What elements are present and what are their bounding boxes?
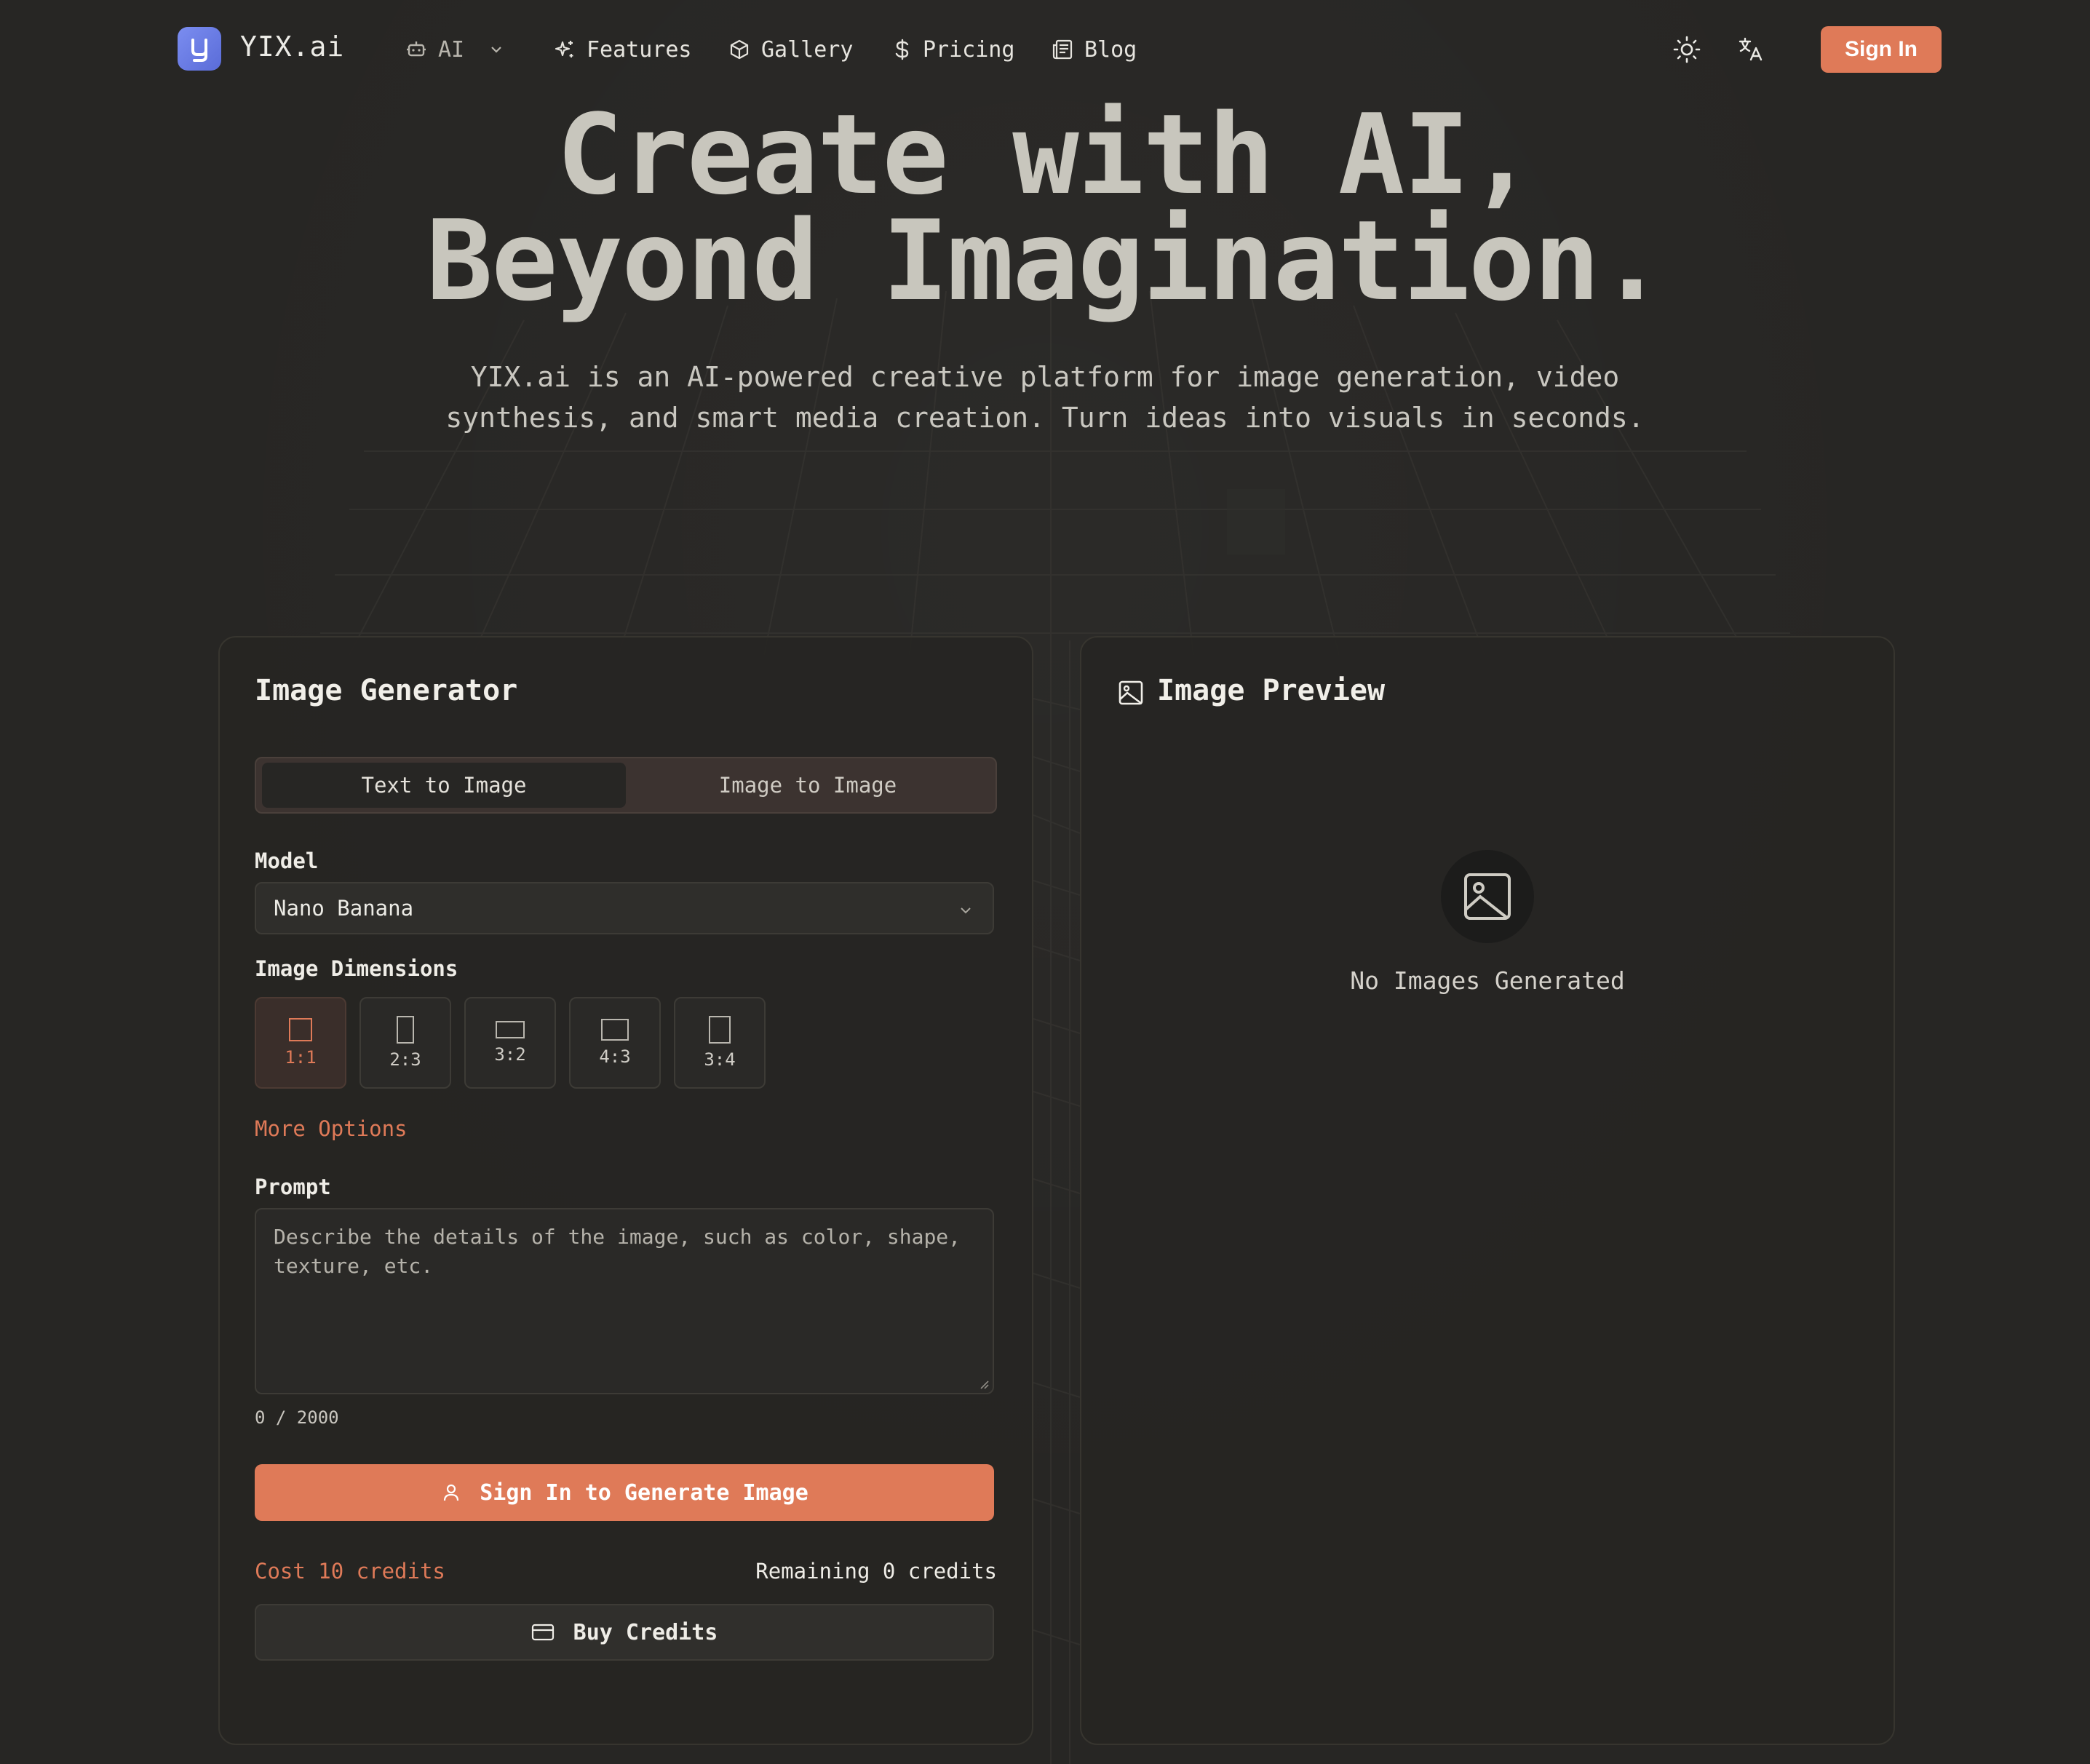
sun-icon <box>1673 36 1701 63</box>
hero-title: Create with AI, Beyond Imagination. <box>0 90 2090 325</box>
logo-icon[interactable] <box>178 27 221 71</box>
hero-title-line2: Beyond Imagination. <box>426 196 1666 325</box>
resize-handle-icon[interactable] <box>978 1378 990 1390</box>
nav-ai-label: AI <box>438 36 465 63</box>
model-label: Model <box>255 849 319 873</box>
chevron-down-icon <box>961 907 971 914</box>
nav-features-label: Features <box>587 36 692 63</box>
nav-pricing-label: Pricing <box>923 36 1015 63</box>
language-button[interactable] <box>1733 32 1768 67</box>
brand-name[interactable]: YIX.ai <box>240 31 344 63</box>
model-select[interactable]: Nano Banana <box>255 882 994 934</box>
nav-gallery-label: Gallery <box>761 36 854 63</box>
nav-blog-label: Blog <box>1084 36 1137 63</box>
landscape-icon <box>601 1019 629 1041</box>
buy-credits-label: Buy Credits <box>573 1619 718 1645</box>
empty-state-icon-container <box>1441 850 1534 943</box>
generate-button-label: Sign In to Generate Image <box>480 1479 808 1506</box>
cost-credits: Cost 10 credits <box>255 1559 445 1584</box>
chevron-down-icon <box>491 47 501 53</box>
dimension-option-4-3[interactable]: 4:3 <box>569 997 661 1089</box>
remaining-credits: Remaining 0 credits <box>755 1559 997 1584</box>
hero-subtitle: YIX.ai is an AI-powered creative platfor… <box>437 357 1653 438</box>
hero-title-line1: Create with AI, <box>556 90 1535 219</box>
more-options-link[interactable]: More Options <box>255 1116 408 1141</box>
cube-icon <box>730 39 749 60</box>
nav-features[interactable]: Features <box>553 33 692 66</box>
generator-title: Image Generator <box>255 674 518 707</box>
dimension-option-3-4[interactable]: 3:4 <box>674 997 766 1089</box>
prompt-textarea[interactable]: Describe the details of the image, such … <box>255 1208 994 1394</box>
prompt-char-counter: 0 / 2000 <box>255 1407 339 1428</box>
dimension-option-3-2[interactable]: 3:2 <box>464 997 556 1089</box>
dollar-icon <box>895 39 909 60</box>
preview-title: Image Preview <box>1157 674 1386 707</box>
image-generator-card: Image Generator Text to Image Image to I… <box>218 636 1033 1745</box>
dimension-option-1-1[interactable]: 1:1 <box>255 997 346 1089</box>
hero-subtitle-line2: synthesis, and smart media creation. Tur… <box>445 402 1645 434</box>
dimensions-label: Image Dimensions <box>255 956 458 981</box>
newspaper-icon <box>1052 39 1073 60</box>
generate-image-button[interactable]: Sign In to Generate Image <box>255 1464 994 1521</box>
nav-ai-dropdown[interactable]: AI <box>405 33 505 66</box>
nav-blog[interactable]: Blog <box>1051 33 1137 66</box>
user-icon <box>444 1484 459 1501</box>
prompt-label: Prompt <box>255 1175 331 1199</box>
mode-tabs: Text to Image Image to Image <box>255 757 997 814</box>
model-value: Nano Banana <box>274 896 414 921</box>
buy-credits-button[interactable]: Buy Credits <box>255 1604 994 1661</box>
logo-y-glyph <box>191 39 207 62</box>
portrait-icon <box>397 1016 414 1044</box>
credit-card-icon <box>531 1624 554 1641</box>
hero-subtitle-line1: YIX.ai is an AI-powered creative platfor… <box>470 361 1620 393</box>
portrait-icon <box>709 1016 731 1044</box>
prompt-placeholder: Describe the details of the image, such … <box>274 1225 961 1278</box>
empty-state-text: No Images Generated <box>1350 966 1625 995</box>
nav-pricing[interactable]: Pricing <box>892 33 1014 66</box>
dimension-label: 1:1 <box>285 1047 317 1068</box>
sign-in-button[interactable]: Sign In <box>1821 26 1942 73</box>
image-icon <box>1118 680 1143 705</box>
top-navbar: YIX.ai AI Features Gallery Pricing Blog … <box>0 0 2090 99</box>
dimension-label: 3:4 <box>704 1049 736 1070</box>
landscape-icon <box>496 1021 525 1038</box>
image-preview-card: Image Preview No Images Generated <box>1080 636 1895 1745</box>
sparkles-icon <box>555 41 573 57</box>
tab-text-to-image[interactable]: Text to Image <box>262 763 626 808</box>
dimension-option-2-3[interactable]: 2:3 <box>359 997 451 1089</box>
bot-icon <box>407 41 426 57</box>
dimension-label: 3:2 <box>494 1044 526 1065</box>
square-icon <box>289 1018 312 1041</box>
nav-gallery[interactable]: Gallery <box>728 33 853 66</box>
dimension-label: 2:3 <box>389 1049 421 1070</box>
theme-toggle-button[interactable] <box>1669 32 1704 67</box>
image-placeholder-icon <box>1464 873 1511 920</box>
translate-icon <box>1739 37 1763 61</box>
dimension-label: 4:3 <box>599 1046 631 1067</box>
tab-image-to-image[interactable]: Image to Image <box>626 763 990 808</box>
